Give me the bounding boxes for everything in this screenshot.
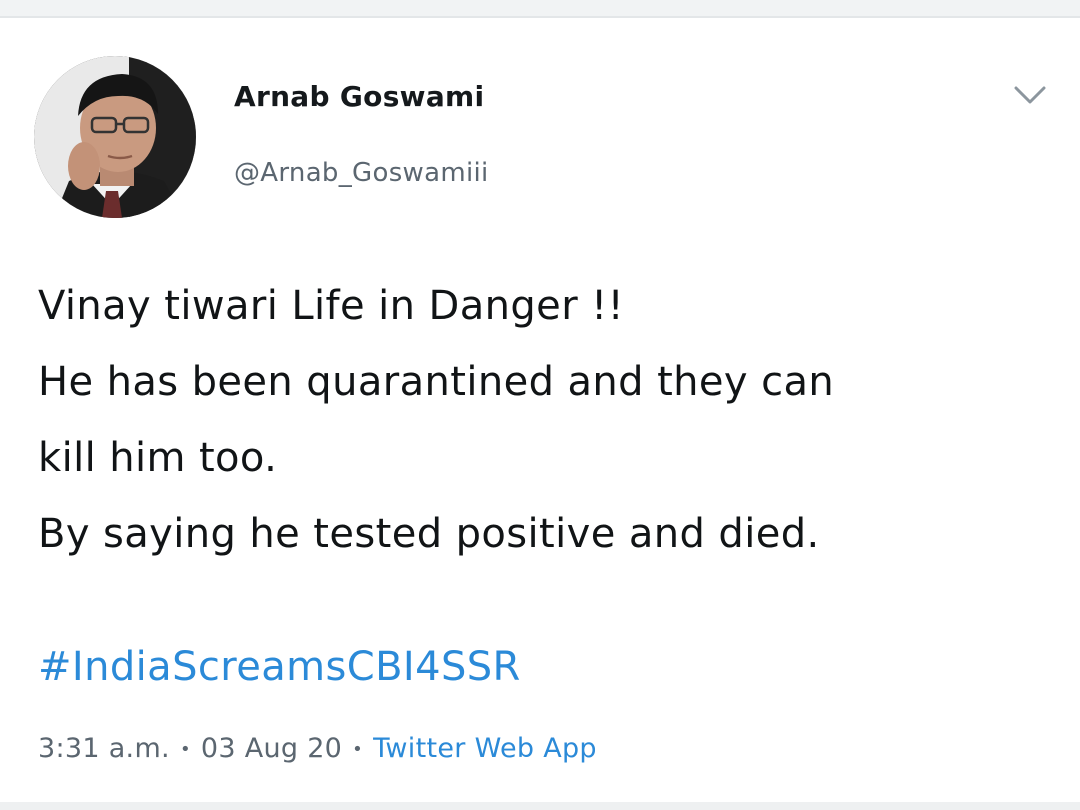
separator-dot-icon: • bbox=[352, 739, 364, 760]
tweet-text-line: kill him too. bbox=[38, 435, 278, 481]
chevron-down-icon[interactable] bbox=[1010, 80, 1050, 110]
display-name[interactable]: Arnab Goswami bbox=[234, 80, 484, 113]
tweet-meta: 3:31 a.m. • 03 Aug 20 • Twitter Web App bbox=[38, 733, 597, 764]
top-divider bbox=[0, 0, 1080, 18]
user-handle[interactable]: @Arnab_Goswamiii bbox=[234, 158, 489, 188]
tweet-source[interactable]: Twitter Web App bbox=[373, 733, 597, 764]
tweet-text: Vinay tiwari Life in Danger !! He has be… bbox=[38, 268, 1058, 572]
hashtag-link[interactable]: #IndiaScreamsCBI4SSR bbox=[38, 644, 521, 690]
tweet-text-line: He has been quarantined and they can bbox=[38, 359, 835, 405]
avatar-portrait bbox=[34, 56, 196, 218]
avatar[interactable] bbox=[34, 56, 196, 218]
tweet-time[interactable]: 3:31 a.m. bbox=[38, 733, 170, 764]
tweet-date[interactable]: 03 Aug 20 bbox=[201, 733, 342, 764]
tweet-text-line: Vinay tiwari Life in Danger !! bbox=[38, 283, 625, 329]
bottom-divider bbox=[0, 802, 1080, 810]
tweet-text-line: By saying he tested positive and died. bbox=[38, 511, 820, 557]
separator-dot-icon: • bbox=[179, 739, 191, 760]
